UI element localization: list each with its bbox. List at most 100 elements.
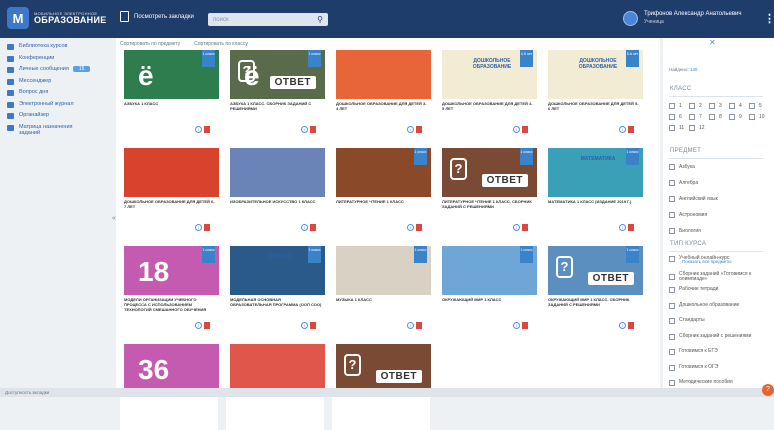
class-checkbox[interactable]: 7 <box>689 114 702 120</box>
class-checkbox[interactable]: 10 <box>749 114 765 120</box>
class-checkbox[interactable]: 3 <box>709 103 722 109</box>
class-checkbox[interactable]: 9 <box>729 114 742 120</box>
course-cover[interactable]: 36 <box>124 344 219 393</box>
info-icon[interactable]: i <box>407 126 414 133</box>
bookmark-flag-icon[interactable] <box>522 322 528 329</box>
user-menu[interactable]: Трифонов Александр Анатольевич Ученица <box>623 11 742 26</box>
info-icon[interactable]: i <box>619 322 626 329</box>
course-card[interactable]: ДОШКОЛЬНОЕ ОБРАЗОВАНИЕ 5-6 лет ДОШКОЛЬНОЕ … <box>544 50 643 136</box>
checkbox[interactable] <box>669 125 675 131</box>
course-cover[interactable]: ДОШКОЛЬНОЕ ОБРАЗОВАНИЕ 5-6 лет <box>548 50 643 99</box>
course-title[interactable]: ДОШКОЛЬНОЕ ОБРАЗОВАНИЕ ДЛЯ ДЕТЕЙ 5-6 ЛЕТ <box>548 101 640 112</box>
checkbox[interactable] <box>669 274 675 280</box>
subject-checkbox[interactable]: Английский язык <box>669 196 718 202</box>
checkbox[interactable] <box>669 349 675 355</box>
course-card[interactable]: ё 1 класс АЗБУКА 1 КЛАСС i <box>120 50 219 136</box>
course-title[interactable]: МАТЕМАТИКА 1 КЛАСС (ИЗДАНИЕ 2019 Г.) <box>548 199 640 205</box>
more-menu-icon[interactable]: ⋮ <box>764 12 774 25</box>
checkbox[interactable] <box>709 103 715 109</box>
checkbox[interactable] <box>669 212 675 218</box>
type-checkbox[interactable]: Готовимся к ОГЭ <box>669 364 769 371</box>
course-cover[interactable]: МАТЕМАТИКА 1 класс <box>548 148 643 197</box>
info-icon[interactable]: i <box>513 322 520 329</box>
course-cover[interactable]: 18 1 класс <box>124 246 219 295</box>
help-fab-icon[interactable]: ? <box>762 384 774 396</box>
course-title[interactable]: МОДЕЛИ ОРГАНИЗАЦИИ УЧЕБНОГО ПРОЦЕССА С И… <box>124 297 216 312</box>
course-title[interactable]: ДОШКОЛЬНОЕ ОБРАЗОВАНИЕ ДЛЯ ДЕТЕЙ 6-7 ЛЕТ <box>124 199 216 210</box>
course-card[interactable]: 1 класс ОКРУЖАЮЩИЙ МИР 1 КЛАСС i <box>438 246 537 332</box>
type-checkbox[interactable]: Стандарты <box>669 318 769 324</box>
subject-checkbox[interactable]: Астрономия <box>669 212 707 218</box>
bookmark-flag-icon[interactable] <box>522 224 528 231</box>
type-checkbox[interactable]: Сборник заданий «Готовимся к олимпиаде» <box>669 271 769 283</box>
class-checkbox[interactable]: 1 <box>669 103 682 109</box>
course-card[interactable]: ООП СОО 1 класс МОДЕЛЬНАЯ ОСНОВНАЯ ОБРАЗОВ… <box>226 246 325 332</box>
bookmark-flag-icon[interactable] <box>628 126 634 133</box>
course-title[interactable]: АЗБУКА 1 КЛАСС <box>124 101 216 107</box>
checkbox[interactable] <box>669 180 675 186</box>
course-card[interactable]: ё? ОТВЕТ 1 класс АЗБУКА 1 КЛАСС. СБОРНИК ЗА… <box>226 50 325 136</box>
checkbox[interactable] <box>689 125 695 131</box>
course-title[interactable]: ДОШКОЛЬНОЕ ОБРАЗОВАНИЕ ДЛЯ ДЕТЕЙ 4-5 ЛЕТ <box>442 101 534 112</box>
checkbox[interactable] <box>729 103 735 109</box>
info-icon[interactable]: i <box>407 224 414 231</box>
search-icon[interactable]: ⚲ <box>317 15 323 24</box>
type-checkbox[interactable]: Рабочие тетради <box>669 287 769 293</box>
course-cover[interactable]: ? ОТВЕТ 1 класс <box>548 246 643 295</box>
checkbox[interactable] <box>749 103 755 109</box>
course-card[interactable]: 36 <box>120 344 219 430</box>
subject-checkbox[interactable]: Алгебра <box>669 180 698 186</box>
type-checkbox[interactable]: Сборник заданий с решениями <box>669 333 769 340</box>
checkbox[interactable] <box>669 380 675 386</box>
class-checkbox[interactable]: 6 <box>669 114 682 120</box>
course-card[interactable]: ? ОТВЕТ <box>332 344 431 430</box>
sidebar-item-question[interactable]: Вопрос дня <box>0 89 110 99</box>
checkbox[interactable] <box>669 318 675 324</box>
course-title[interactable]: ОКРУЖАЮЩИЙ МИР 1 КЛАСС. СБОРНИК ЗАДАНИЙ … <box>548 297 640 308</box>
course-title[interactable]: ЛИТЕРАТУРНОЕ ЧТЕНИЕ 1 КЛАСС. СБОРНИК ЗАД… <box>442 199 534 210</box>
course-card[interactable]: ? ОТВЕТ 1 класс ОКРУЖАЮЩИЙ МИР 1 КЛАСС. СБО… <box>544 246 643 332</box>
sidebar-item-library[interactable]: Библиотека курсов <box>0 43 110 53</box>
info-icon[interactable]: i <box>301 224 308 231</box>
bookmark-flag-icon[interactable] <box>522 126 528 133</box>
checkbox[interactable] <box>669 103 675 109</box>
checkbox[interactable] <box>729 114 735 120</box>
course-title[interactable]: АЗБУКА 1 КЛАСС. СБОРНИК ЗАДАНИЙ С РЕШЕНИ… <box>230 101 322 112</box>
course-card[interactable]: 1 класс ЛИТЕРАТУРНОЕ ЧТЕНИЕ 1 КЛАСС i <box>332 148 431 234</box>
bookmark-flag-icon[interactable] <box>310 224 316 231</box>
info-icon[interactable]: i <box>301 322 308 329</box>
info-icon[interactable]: i <box>407 322 414 329</box>
course-card[interactable]: ? ОТВЕТ 1 класс ЛИТЕРАТУРНОЕ ЧТЕНИЕ 1 КЛАСС… <box>438 148 537 234</box>
sidebar-item-organizer[interactable]: Органайзер <box>0 112 110 122</box>
bookmark-flag-icon[interactable] <box>416 224 422 231</box>
course-card[interactable]: 18 1 класс МОДЕЛИ ОРГАНИЗАЦИИ УЧЕБНОГО ПРО… <box>120 246 219 332</box>
type-checkbox[interactable]: Методические пособия <box>669 380 769 386</box>
subject-checkbox[interactable]: Азбука <box>669 164 695 170</box>
checkbox[interactable] <box>669 256 675 262</box>
course-cover[interactable] <box>230 148 325 197</box>
checkbox[interactable] <box>669 228 675 234</box>
checkbox[interactable] <box>669 302 675 309</box>
course-card[interactable]: 1 класс МУЗЫКА 1 КЛАСС i <box>332 246 431 332</box>
app-logo[interactable]: М МОБИЛЬНОЕ ЭЛЕКТРОННОЕ ОБРАЗОВАНИЕ <box>7 7 107 29</box>
course-cover[interactable] <box>230 344 325 393</box>
search-input[interactable]: поиск ⚲ <box>208 13 328 26</box>
course-cover[interactable]: ? ОТВЕТ 1 класс <box>442 148 537 197</box>
course-title[interactable]: ОКРУЖАЮЩИЙ МИР 1 КЛАСС <box>442 297 534 303</box>
type-checkbox[interactable]: Учебный онлайн-курс <box>669 256 769 262</box>
course-title[interactable]: ДОШКОЛЬНОЕ ОБРАЗОВАНИЕ ДЛЯ ДЕТЕЙ 3-4 ЛЕТ <box>336 101 428 112</box>
bookmark-flag-icon[interactable] <box>204 224 210 231</box>
class-checkbox[interactable]: 11 <box>669 125 684 131</box>
course-title[interactable]: МОДЕЛЬНАЯ ОСНОВНАЯ ОБРАЗОВАТЕЛЬНАЯ ПРОГР… <box>230 297 322 308</box>
course-cover[interactable]: 1 класс <box>442 246 537 295</box>
bookmark-flag-icon[interactable] <box>204 322 210 329</box>
class-checkbox[interactable]: 2 <box>689 103 702 109</box>
course-card[interactable]: МАТЕМАТИКА 1 класс МАТЕМАТИКА 1 КЛАСС (ИЗД… <box>544 148 643 234</box>
checkbox[interactable] <box>669 196 675 202</box>
course-cover[interactable]: ДОШКОЛЬНОЕ ОБРАЗОВАНИЕ 4-5 лет <box>442 50 537 99</box>
course-cover[interactable]: ? ОТВЕТ <box>336 344 431 393</box>
checkbox[interactable] <box>749 114 755 120</box>
course-cover[interactable] <box>336 50 431 99</box>
course-title[interactable]: МУЗЫКА 1 КЛАСС <box>336 297 428 303</box>
course-cover[interactable]: ООП СОО 1 класс <box>230 246 325 295</box>
